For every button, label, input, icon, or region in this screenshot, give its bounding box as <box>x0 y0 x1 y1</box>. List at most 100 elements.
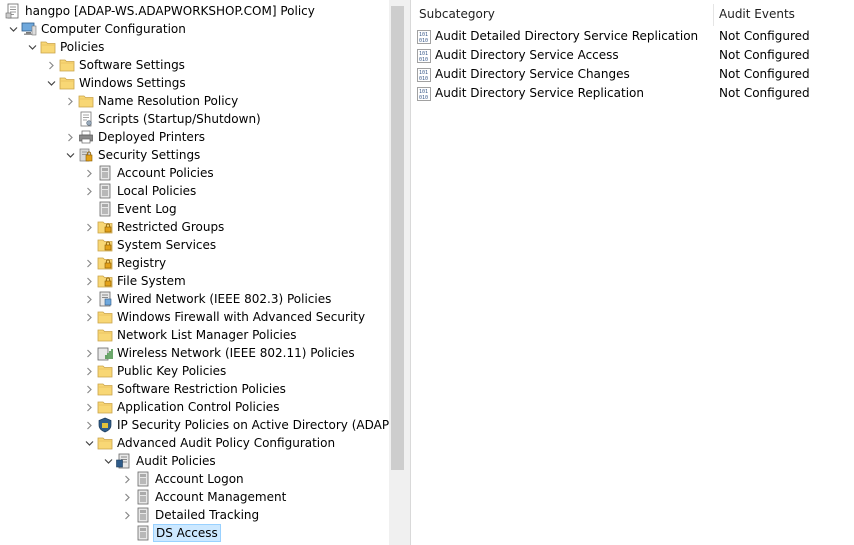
tree-policies[interactable]: Policies <box>24 38 106 56</box>
tree-windows-firewall[interactable]: Windows Firewall with Advanced Security <box>81 308 367 326</box>
chevron-right-icon[interactable] <box>81 398 97 416</box>
tree-item-label: Policies <box>60 40 105 54</box>
tree-public-key-policies[interactable]: Public Key Policies <box>81 362 228 380</box>
chevron-right-icon[interactable] <box>43 56 59 74</box>
security-icon <box>78 146 96 164</box>
tree-local-policies[interactable]: Local Policies <box>81 182 198 200</box>
list-item[interactable]: 101 010 Audit Detailed Directory Service R… <box>417 27 847 46</box>
tree-software-settings[interactable]: Software Settings <box>43 56 187 74</box>
tree-scripts[interactable]: Scripts (Startup/Shutdown) <box>62 110 263 128</box>
folder-icon <box>78 92 96 110</box>
tree-item-label: Scripts (Startup/Shutdown) <box>98 112 261 126</box>
chevron-down-icon[interactable] <box>5 20 21 38</box>
tree-security-settings[interactable]: Security Settings <box>62 146 202 164</box>
wireless-icon <box>97 344 115 362</box>
tree-account-management[interactable]: Account Management <box>119 488 288 506</box>
tree-item-label: Software Restriction Policies <box>117 382 286 396</box>
tree-item-label: Wireless Network (IEEE 802.11) Policies <box>117 346 355 360</box>
chevron-right-icon[interactable] <box>119 488 135 506</box>
tree-item-label: Deployed Printers <box>98 130 206 144</box>
tree-name-resolution-policy[interactable]: Name Resolution Policy <box>62 92 240 110</box>
tree-advanced-audit[interactable]: Advanced Audit Policy Configuration <box>81 434 337 452</box>
tree-file-system[interactable]: File System <box>81 272 188 290</box>
binary-policy-icon: 101 010 <box>417 86 433 102</box>
chevron-right-icon[interactable] <box>81 182 97 200</box>
chevron-right-icon[interactable] <box>62 92 78 110</box>
locked-folder-icon <box>97 236 115 254</box>
tree-computer-configuration[interactable]: Computer Configuration <box>5 20 188 38</box>
tree-vertical-scrollbar[interactable] <box>389 0 406 545</box>
tree-item-label: Event Log <box>117 202 177 216</box>
tree-ip-security[interactable]: IP Security Policies on Active Directory… <box>81 416 389 434</box>
chevron-down-icon[interactable] <box>62 146 78 164</box>
chevron-right-icon[interactable] <box>81 164 97 182</box>
tree-deployed-printers[interactable]: Deployed Printers <box>62 128 207 146</box>
svg-text:010: 010 <box>419 95 428 101</box>
tree-item-label: Audit Policies <box>136 454 216 468</box>
locked-folder-icon <box>97 218 115 236</box>
audit-events-cell: Not Configured <box>719 67 810 81</box>
binary-policy-icon: 101 010 <box>417 67 433 83</box>
column-header-audit-events[interactable]: Audit Events <box>719 4 849 25</box>
chevron-down-icon[interactable] <box>43 74 59 92</box>
tree-system-services[interactable]: System Services <box>81 236 218 254</box>
tree-wireless-network[interactable]: Wireless Network (IEEE 802.11) Policies <box>81 344 357 362</box>
network-icon <box>97 290 115 308</box>
tree-software-restriction[interactable]: Software Restriction Policies <box>81 380 288 398</box>
policy-book-icon <box>97 200 115 218</box>
list-item[interactable]: 101 010 Audit Directory Service Replicatio… <box>417 84 847 103</box>
audit-events-cell: Not Configured <box>719 86 810 100</box>
chevron-right-icon[interactable] <box>62 128 78 146</box>
chevron-down-icon[interactable] <box>24 38 40 56</box>
tree-root-policy[interactable]: hangpo [ADAP-WS.ADAPWORKSHOP.COM] Policy <box>5 2 317 20</box>
chevron-right-icon[interactable] <box>81 344 97 362</box>
chevron-right-icon[interactable] <box>119 470 135 488</box>
tree-event-log[interactable]: Event Log <box>81 200 179 218</box>
chevron-right-icon[interactable] <box>81 308 97 326</box>
tree-item-label: File System <box>117 274 186 288</box>
tree-item-label: Public Key Policies <box>117 364 227 378</box>
chevron-down-icon[interactable] <box>100 452 116 470</box>
chevron-right-icon[interactable] <box>81 380 97 398</box>
list-item[interactable]: 101 010 Audit Directory Service Access Not … <box>417 46 847 65</box>
tree-pane[interactable]: hangpo [ADAP-WS.ADAPWORKSHOP.COM] Policy… <box>0 0 389 545</box>
tree-restricted-groups[interactable]: Restricted Groups <box>81 218 226 236</box>
tree-application-control[interactable]: Application Control Policies <box>81 398 281 416</box>
column-divider[interactable] <box>713 4 714 26</box>
chevron-right-icon[interactable] <box>81 218 97 236</box>
locked-folder-icon <box>97 272 115 290</box>
tree-ds-access[interactable]: DS Access <box>119 524 221 542</box>
column-header-subcategory[interactable]: Subcategory <box>419 4 709 25</box>
ip-security-icon <box>97 416 115 434</box>
tree-registry[interactable]: Registry <box>81 254 168 272</box>
chevron-down-icon[interactable] <box>81 434 97 452</box>
chevron-right-icon[interactable] <box>81 272 97 290</box>
tree-account-policies[interactable]: Account Policies <box>81 164 216 182</box>
list-pane: Subcategory Audit Events 101 010 Audit Det… <box>411 0 854 545</box>
tree-account-logon[interactable]: Account Logon <box>119 470 246 488</box>
chevron-right-icon[interactable] <box>81 362 97 380</box>
tree-network-list-manager[interactable]: Network List Manager Policies <box>81 326 299 344</box>
tree-audit-policies[interactable]: Audit Policies <box>100 452 218 470</box>
chevron-right-icon[interactable] <box>81 254 97 272</box>
tree-item-label: Account Policies <box>117 166 214 180</box>
tree-item-label: Network List Manager Policies <box>117 328 297 342</box>
gpo-policy-icon <box>5 2 23 20</box>
chevron-right-icon[interactable] <box>81 416 97 434</box>
subcategory-cell: Audit Directory Service Changes <box>435 67 630 81</box>
svg-text:010: 010 <box>419 76 428 82</box>
scrollbar-thumb[interactable] <box>391 6 404 470</box>
tree-detailed-tracking[interactable]: Detailed Tracking <box>119 506 261 524</box>
tree-wired-network[interactable]: Wired Network (IEEE 802.3) Policies <box>81 290 333 308</box>
tree-item-label: Windows Firewall with Advanced Security <box>117 310 366 324</box>
tree-windows-settings[interactable]: Windows Settings <box>43 74 188 92</box>
chevron-right-icon[interactable] <box>81 290 97 308</box>
policy-book-icon <box>135 524 153 542</box>
policy-book-icon <box>135 506 153 524</box>
tree-item-label: Account Logon <box>155 472 244 486</box>
chevron-right-icon[interactable] <box>119 506 135 524</box>
list-item[interactable]: 101 010 Audit Directory Service Changes Not… <box>417 65 847 84</box>
binary-policy-icon: 101 010 <box>417 48 433 64</box>
